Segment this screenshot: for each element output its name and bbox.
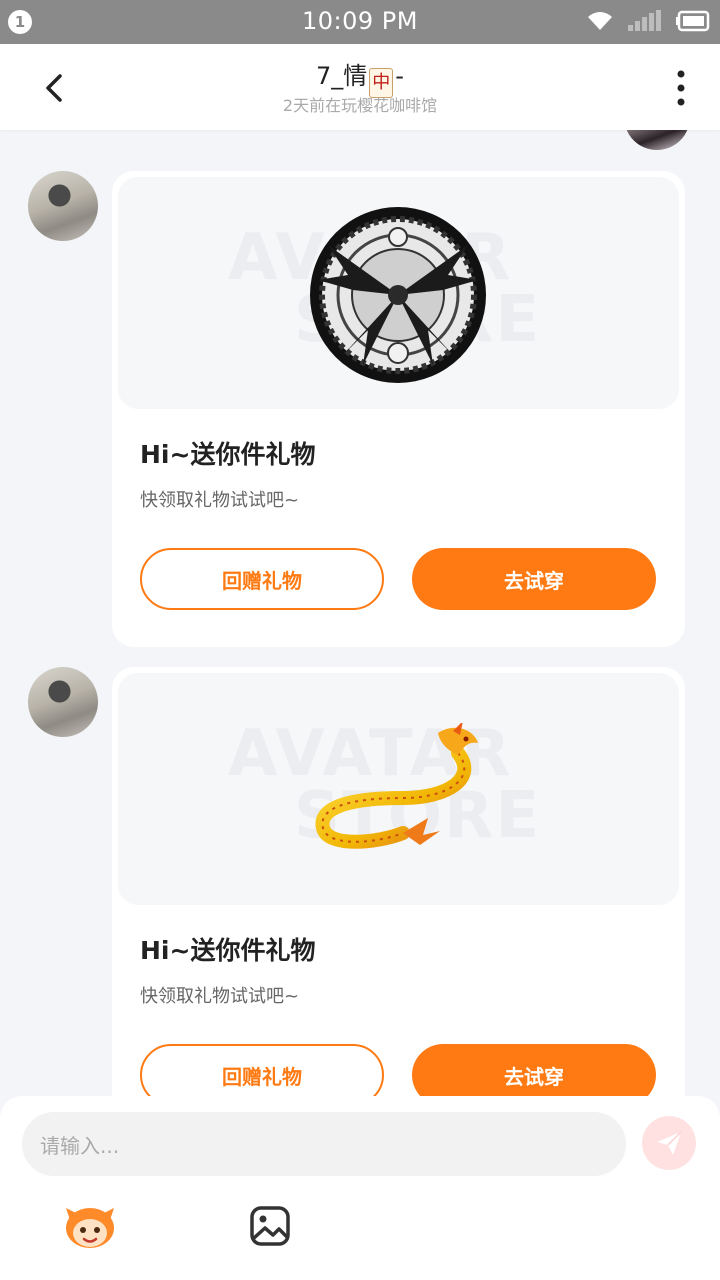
gift-card: AVATAR STORE Hi~送你件礼物 快领取礼物试试吧~ 回赠礼物 去试穿 (112, 667, 685, 1143)
signal-icon (628, 10, 661, 31)
chat-title-name: 7_情 (316, 62, 368, 90)
golden-dragon-icon (315, 723, 478, 849)
send-icon (657, 1131, 682, 1155)
return-gift-button[interactable]: 回赠礼物 (140, 548, 384, 610)
sender-avatar[interactable] (28, 171, 98, 241)
emoji-sticker-icon[interactable] (62, 1200, 118, 1252)
message-input-placeholder: 请输入... (40, 1133, 120, 1158)
wifi-icon (588, 12, 612, 30)
try-on-button[interactable]: 去试穿 (412, 548, 656, 610)
message-input[interactable]: 请输入... (22, 1112, 626, 1176)
gift-title: Hi~送你件礼物 (140, 936, 316, 965)
chat-header: 7_情中 - 2天前在玩樱花咖啡馆 (0, 44, 720, 130)
more-options-icon[interactable] (666, 66, 696, 110)
gift-title: Hi~送你件礼物 (140, 440, 316, 469)
gift-preview[interactable]: AVATAR STORE (118, 177, 679, 409)
status-bar: 1 10:09 PM (0, 0, 720, 44)
winged-emblem-icon (310, 207, 486, 383)
gift-card: AVATAR STORE Hi~送你件礼物 快领取礼物试试吧~ 回赠礼物 去试穿 (112, 171, 685, 647)
gift-description: 快领取礼物试试吧~ (140, 986, 300, 1007)
send-button[interactable] (642, 1116, 696, 1170)
last-active-status: 2天前在玩樱花咖啡馆 (282, 96, 438, 115)
gift-description: 快领取礼物试试吧~ (140, 490, 300, 511)
sender-avatar[interactable] (28, 667, 98, 737)
composer-panel: 请输入... (0, 1096, 720, 1280)
status-icons (586, 10, 710, 32)
chat-title-suffix: - (395, 62, 404, 90)
gift-preview[interactable]: AVATAR STORE (118, 673, 679, 905)
image-picker-icon[interactable] (248, 1204, 292, 1248)
battery-icon (676, 10, 710, 32)
